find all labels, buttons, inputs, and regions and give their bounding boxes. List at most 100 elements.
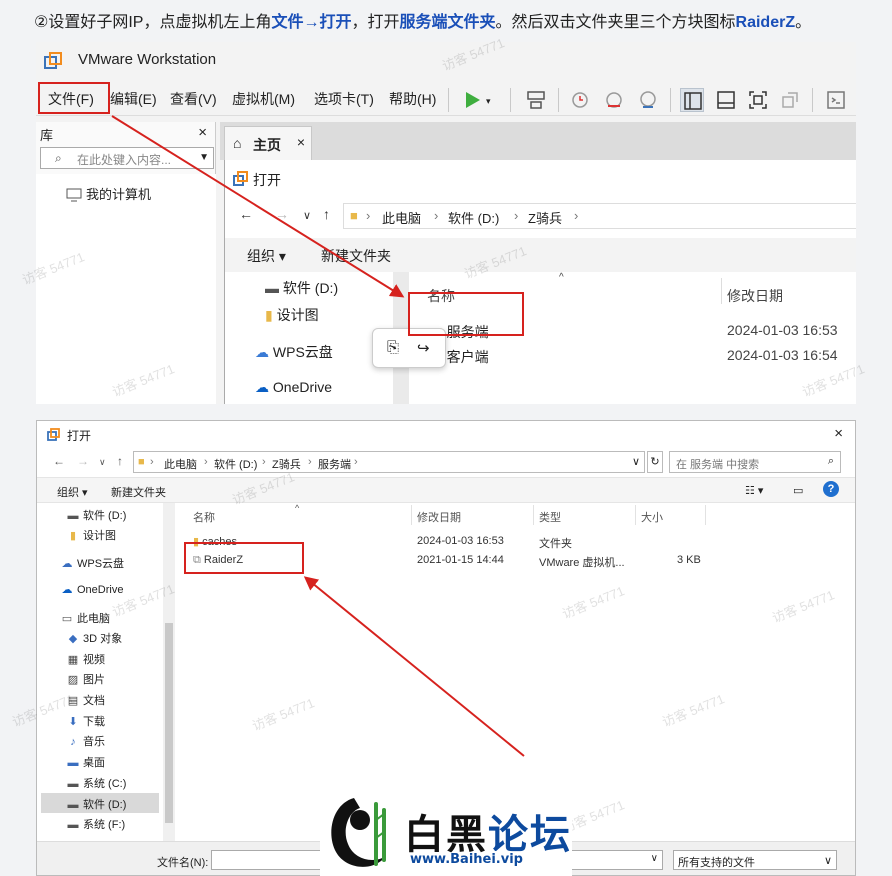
new-folder-button[interactable]: 新建文件夹 [321,246,391,266]
library-close-icon[interactable]: × [198,124,207,141]
recent-dropdown-icon[interactable]: ∨ [99,457,106,468]
column-modified[interactable]: 修改日期 [417,509,461,525]
help-icon[interactable]: ? [823,481,839,497]
snapshot-manager-icon[interactable] [636,88,660,112]
new-folder-button[interactable]: 新建文件夹 [111,484,166,500]
menu-vm[interactable]: 虚拟机(M) [232,89,295,109]
nav-item-videos[interactable]: ▦ 视频 [67,651,105,667]
refresh-icon[interactable]: ↻ [647,451,663,473]
nav-item-desktop[interactable]: ▬ 桌面 [67,754,106,770]
back-icon[interactable]: ← [239,206,253,222]
breadcrumb-drive-d[interactable]: 软件 (D:) [448,208,499,227]
search-input[interactable]: 在 服务端 中搜索 ⌕ [669,451,841,473]
nav-item-drive-d[interactable]: ▬ 软件 (D:) [265,278,338,298]
nav-item-wps-cloud[interactable]: ☁ WPS云盘 [61,555,125,571]
chevron-down-icon[interactable]: ∨ [651,853,658,864]
file-size: 3 KB [677,554,701,566]
library-search-input[interactable]: ⌕ 在此处键入内容... ▼ [40,147,214,169]
breadcrumb-z-cavalry[interactable]: Z骑兵 [528,208,562,227]
nav-item-label: WPS云盘 [77,558,125,570]
folder-icon: ▮ [265,307,277,323]
share-icon[interactable]: ↪ [417,339,430,357]
nav-item-pictures[interactable]: ▨ 图片 [67,671,105,687]
close-icon[interactable]: × [834,425,843,442]
breadcrumb-separator: › [262,456,266,468]
forward-icon[interactable]: → [275,206,289,222]
thumbnail-bar-icon[interactable] [714,88,738,112]
nav-item-drive-d[interactable]: ▬ 软件 (D:) [67,507,127,523]
nav-item-onedrive[interactable]: ☁ OneDrive [61,583,124,596]
address-bar[interactable]: ■ › 此电脑 › 软件 (D:) › Z骑兵 › 服务端 › ∨ [133,451,645,473]
address-bar[interactable]: ■ › 此电脑 › 软件 (D:) › Z骑兵 › [343,203,856,229]
column-type[interactable]: 类型 [539,509,561,525]
nav-item-drive-c[interactable]: ▬ 系统 (C:) [67,775,127,791]
tree-item-my-computer[interactable]: 我的计算机 [66,184,151,203]
column-size[interactable]: 大小 [641,509,663,525]
chevron-down-icon[interactable]: ∨ [632,455,640,468]
nav-item-this-pc[interactable]: ▭ 此电脑 [61,610,110,626]
nav-item-downloads[interactable]: ⬇ 下载 [67,713,105,729]
menu-edit[interactable]: 编辑(E) [110,89,157,109]
file-type: 文件夹 [539,538,572,550]
panda-logo-icon [331,798,386,867]
nav-item-label: 图片 [83,674,105,686]
nav-item-music[interactable]: ♪ 音乐 [67,733,105,749]
fullscreen-icon[interactable] [746,88,770,112]
revert-snapshot-icon[interactable] [602,88,626,112]
nav-item-documents[interactable]: ▤ 文档 [67,692,105,708]
breadcrumb-drive-d[interactable]: 软件 (D:) [214,456,257,472]
instruction-mid: ，打开 [351,14,400,31]
column-name[interactable]: 名称 [193,509,215,525]
nav-item-design[interactable]: ▮ 设计图 [265,305,319,325]
send-ctrl-alt-del-icon[interactable] [524,88,548,112]
menu-tabs[interactable]: 选项卡(T) [314,89,374,109]
nav-item-3d-objects[interactable]: ◆ 3D 对象 [67,630,122,646]
nav-item-onedrive[interactable]: ☁ OneDrive [255,379,332,396]
snapshot-icon[interactable] [568,88,592,112]
instruction-suffix: 。 [795,14,812,31]
nav-item-drive-f[interactable]: ▬ 系统 (F:) [67,816,126,832]
forward-icon[interactable]: → [77,454,89,468]
play-icon[interactable] [460,88,484,112]
breadcrumb-this-pc[interactable]: 此电脑 [164,456,197,472]
play-dropdown-icon[interactable]: ▾ [486,96,510,120]
file-modified: 2021-01-15 14:44 [417,554,504,566]
organize-button[interactable]: 组织 ▾ [57,484,88,500]
nav-item-label: 3D 对象 [83,633,123,645]
library-view-icon[interactable] [680,88,704,112]
breadcrumb-this-pc[interactable]: 此电脑 [382,208,421,227]
tab-close-icon[interactable]: × [297,134,305,150]
drive-icon: ▬ [67,510,79,522]
unity-icon[interactable] [778,88,802,112]
dialog-nav-pane: ▬ 软件 (D:) ▮ 设计图 ☁ WPS云盘 ☁ OneDrive ▭ 此电脑 ◆ 3D … [37,503,177,841]
nav-item-wps-cloud[interactable]: ☁ WPS云盘 [255,342,333,362]
back-icon[interactable]: ← [53,454,65,468]
breadcrumb-server[interactable]: 服务端 [318,456,351,472]
recent-dropdown-icon[interactable]: ∨ [303,209,311,222]
nav-pane-scrollbar[interactable] [163,503,175,841]
preview-pane-icon[interactable]: ▭ [793,484,803,497]
scrollbar-thumb[interactable] [165,623,173,823]
open-with-icon[interactable]: ⎘ [387,339,399,356]
instruction-mid2: 。然后双击文件夹里三个方块图标 [495,14,736,31]
breadcrumb-z-cavalry[interactable]: Z骑兵 [272,456,301,472]
nav-item-drive-d-selected[interactable]: ▬ 软件 (D:) [67,796,127,812]
up-icon[interactable]: ↑ [323,206,330,222]
drive-icon: ▬ [67,778,79,790]
instruction-prefix: ②设置好子网IP，点虚拟机左上角 [34,14,272,31]
nav-item-label: OneDrive [272,379,333,395]
drive-icon: ▬ [67,819,79,831]
console-view-icon[interactable] [824,88,848,112]
column-modified[interactable]: 修改日期 [727,286,783,306]
vmware-tabbar: ⌂ 主页 × [220,122,856,160]
menu-help[interactable]: 帮助(H) [389,89,436,109]
tab-home[interactable]: ⌂ 主页 × [224,126,312,160]
nav-item-design[interactable]: ▮ 设计图 [67,527,116,543]
chevron-down-icon[interactable]: ∨ [824,854,832,867]
view-options-icon[interactable]: ☷ ▾ [745,484,763,497]
organize-button[interactable]: 组织 ▾ [247,246,286,266]
chevron-down-icon[interactable]: ▼ [199,152,209,163]
menu-view[interactable]: 查看(V) [170,89,217,109]
up-icon[interactable]: ↑ [117,454,123,468]
file-type-select[interactable]: 所有支持的文件 ∨ [673,850,837,870]
